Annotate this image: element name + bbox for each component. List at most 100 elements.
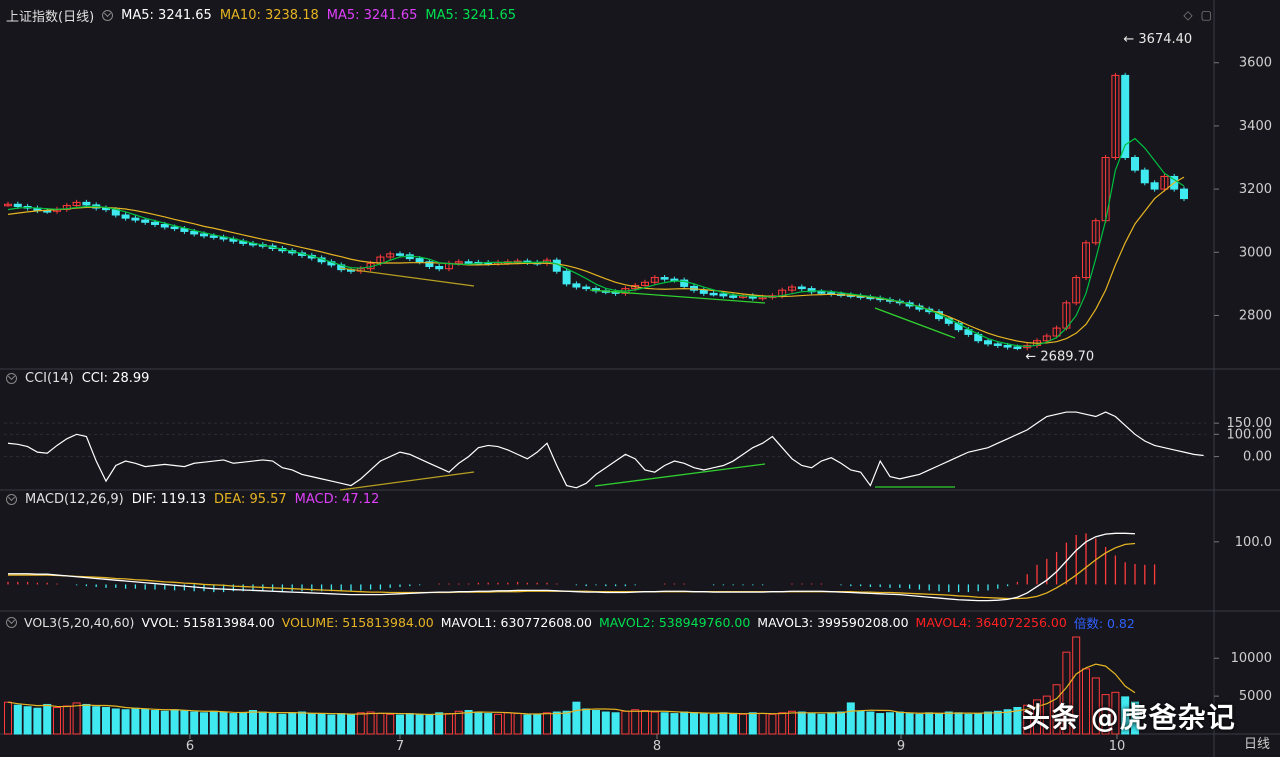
volume-bar [435, 712, 444, 735]
candle-body [415, 258, 424, 263]
volume-bar [337, 713, 346, 735]
volume-bar [268, 713, 277, 735]
volume-bar [876, 713, 885, 735]
volume-bar [768, 713, 777, 735]
volume-bar [739, 713, 747, 735]
volume-bar [4, 701, 12, 735]
volume-bar [23, 706, 32, 735]
candle-body [1140, 169, 1149, 184]
y-tick-label: 3000 [1239, 245, 1272, 260]
volume-bar [53, 706, 61, 735]
candle-body [1003, 344, 1012, 348]
volume-bar [650, 711, 659, 735]
ma10-line [7, 176, 1185, 344]
candle-body [797, 286, 806, 290]
x-tick-label: 7 [396, 739, 404, 754]
volume-bar [523, 714, 532, 735]
candle-body [121, 214, 130, 219]
volume-bar [347, 713, 355, 735]
volume-bar [611, 712, 620, 735]
volume-bar [258, 711, 267, 735]
volume-bar [1003, 709, 1012, 735]
volume-bar [905, 713, 914, 735]
candle-body [464, 261, 473, 264]
x-tick-label: 8 [653, 739, 661, 754]
volume-bar [278, 713, 287, 735]
y-tick-label: 3400 [1239, 119, 1272, 134]
chart-canvas[interactable]: 2800 3000 3200 3400 3600 ← 3674.40 ← 2689.70 0.… [0, 0, 1280, 757]
volume-bar [503, 712, 512, 735]
volume-bar [474, 711, 483, 735]
volume-bar [533, 713, 542, 735]
candle-body [82, 201, 91, 206]
volume-bar [856, 710, 865, 735]
trend-arrow [339, 267, 475, 287]
candle-body [670, 278, 679, 282]
volume-bar [229, 713, 238, 735]
volume-bar [817, 713, 826, 735]
candle-body [1150, 182, 1159, 190]
volume-bar [62, 705, 71, 735]
volume-bar [846, 702, 855, 735]
dea-line [8, 542, 1136, 600]
volume-bar [72, 702, 81, 735]
volume-bar [729, 713, 738, 735]
volume-bar [660, 712, 669, 735]
candle-body [817, 291, 826, 294]
watermark: 头条 @虎爸杂记 [1022, 701, 1236, 734]
volume-bar [601, 711, 610, 735]
y-tick-label: 5000 [1239, 689, 1272, 704]
volume-bar [396, 714, 404, 735]
candle-body [190, 230, 199, 235]
volume-bar [13, 704, 22, 735]
volume-bar [288, 712, 297, 735]
candle-body [729, 295, 738, 298]
volume-bar [984, 711, 992, 735]
volume-bar [915, 713, 924, 735]
volume-bar [190, 711, 199, 735]
y-tick-label: 3600 [1239, 56, 1272, 71]
stock-chart-app: 上证指数(日线) MA5: 3241.65 MA10: 3238.18 MA5:… [0, 0, 1280, 757]
volume-bar [670, 713, 679, 735]
volume-bar [33, 707, 42, 735]
candle-body [562, 270, 571, 285]
candle-body [719, 293, 728, 297]
volume-bar [837, 711, 845, 735]
candle-body [170, 226, 179, 230]
candle-body [209, 235, 218, 238]
volume-bar [464, 710, 473, 735]
trend-arrow [589, 289, 766, 304]
volume-bar [376, 713, 385, 735]
volume-bar [494, 713, 502, 735]
cci-trend-arrow [339, 471, 475, 491]
volume-bar [92, 706, 101, 735]
volume-bar [200, 712, 208, 735]
price-annotation: ← 2689.70 [1025, 349, 1094, 364]
candle-body [151, 221, 159, 225]
candle-body [160, 223, 169, 228]
y-tick-label: 0.00 [1243, 450, 1272, 465]
volume-bar [445, 713, 453, 735]
volume-bar [974, 713, 983, 735]
candle-body [660, 277, 669, 280]
y-tick-label: 10000 [1231, 651, 1272, 666]
candle-body [572, 283, 581, 288]
volume-bar [111, 708, 120, 735]
volume-bar [592, 710, 600, 735]
volume-bar [102, 706, 110, 735]
candle-body [200, 233, 208, 237]
volume-bar [43, 703, 52, 735]
candle-body [1131, 157, 1139, 171]
volume-bar [356, 712, 365, 735]
candle-body [1180, 188, 1188, 200]
volume-bar [954, 712, 963, 735]
volume-bar [709, 713, 718, 735]
candle-body [141, 219, 150, 223]
volume-bar [141, 708, 150, 735]
volume-bar [895, 711, 904, 735]
ma5-line [7, 137, 1185, 348]
period-label[interactable]: 日线 [1244, 733, 1270, 752]
candle-body [435, 265, 444, 270]
volume-bar [454, 710, 463, 735]
volume-bar [778, 712, 787, 735]
